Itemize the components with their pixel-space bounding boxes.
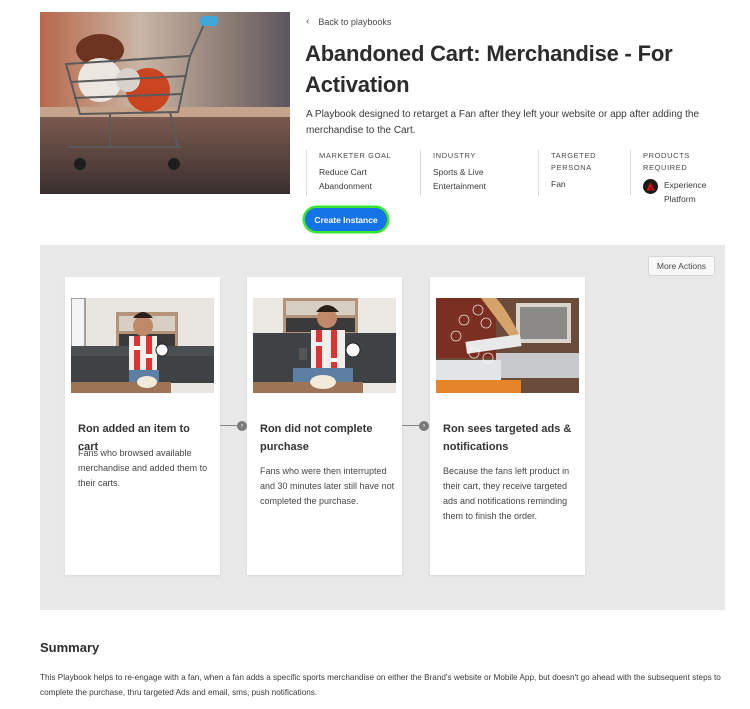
meta-value: Sports & Live Entertainment [433, 167, 486, 191]
summary-text: This Playbook helps to re-engage with a … [40, 673, 721, 697]
meta-targeted-persona: TARGETED PERSONA Fan [538, 150, 630, 196]
journey-step-title: Ron sees targeted ads & notifications [443, 423, 572, 453]
journey-step-card: Ron added an item to cart Fans who brows… [65, 277, 220, 575]
adobe-experience-platform-icon [643, 179, 658, 194]
meta-label: MARKETER GOAL [319, 151, 392, 160]
journey-step-card: Ron did not complete purchase Fans who w… [247, 277, 402, 575]
meta-value: Experience Platform [664, 180, 707, 204]
more-actions-button[interactable]: More Actions [648, 256, 715, 276]
page-description: A Playbook designed to retarget a Fan af… [306, 109, 700, 136]
shopping-cart-image [40, 12, 290, 194]
chevron-left-icon: ‹ [306, 16, 310, 27]
fan-on-phone-image [253, 298, 396, 393]
chevron-right-icon: › [419, 421, 429, 431]
meta-value: Reduce Cart Abandonment [319, 167, 372, 191]
journey-step-card: Ron sees targeted ads & notifications Be… [430, 277, 585, 575]
journey-step-text: Fans who were then interrupted and 30 mi… [260, 466, 395, 506]
page-title: Abandoned Cart: Merchandise - For Activa… [305, 41, 673, 97]
journey-connector: › [402, 421, 429, 431]
journey-connector: › [220, 421, 247, 431]
meta-marketer-goal: MARKETER GOAL Reduce Cart Abandonment [306, 150, 420, 196]
meta-products-required: PRODUCTS REQUIRED Experience Platform [630, 150, 730, 204]
back-label: Back to playbooks [318, 16, 392, 27]
journey-step-text: Fans who browsed available merchandise a… [78, 448, 208, 488]
journey-step-text: Because the fans left product in their c… [443, 466, 570, 521]
hero-image [40, 12, 290, 194]
playbook-metadata: MARKETER GOAL Reduce Cart Abandonment IN… [306, 150, 730, 204]
create-instance-button[interactable]: Create Instance [305, 208, 387, 231]
meta-value: Fan [551, 179, 566, 189]
meta-label: PRODUCTS REQUIRED [643, 151, 690, 172]
chevron-right-icon: › [237, 421, 247, 431]
meta-label: TARGETED PERSONA [551, 151, 597, 172]
journey-step-title: Ron did not complete purchase [260, 423, 373, 453]
back-to-playbooks-link[interactable]: ‹ Back to playbooks [306, 16, 391, 27]
journey-panel: More Actions Ron added an item to cart F… [40, 245, 725, 610]
tablet-notifications-image [436, 298, 579, 393]
fan-cheering-image [71, 298, 214, 393]
meta-label: INDUSTRY [433, 151, 476, 160]
summary-title: Summary [40, 640, 100, 655]
meta-industry: INDUSTRY Sports & Live Entertainment [420, 150, 538, 196]
